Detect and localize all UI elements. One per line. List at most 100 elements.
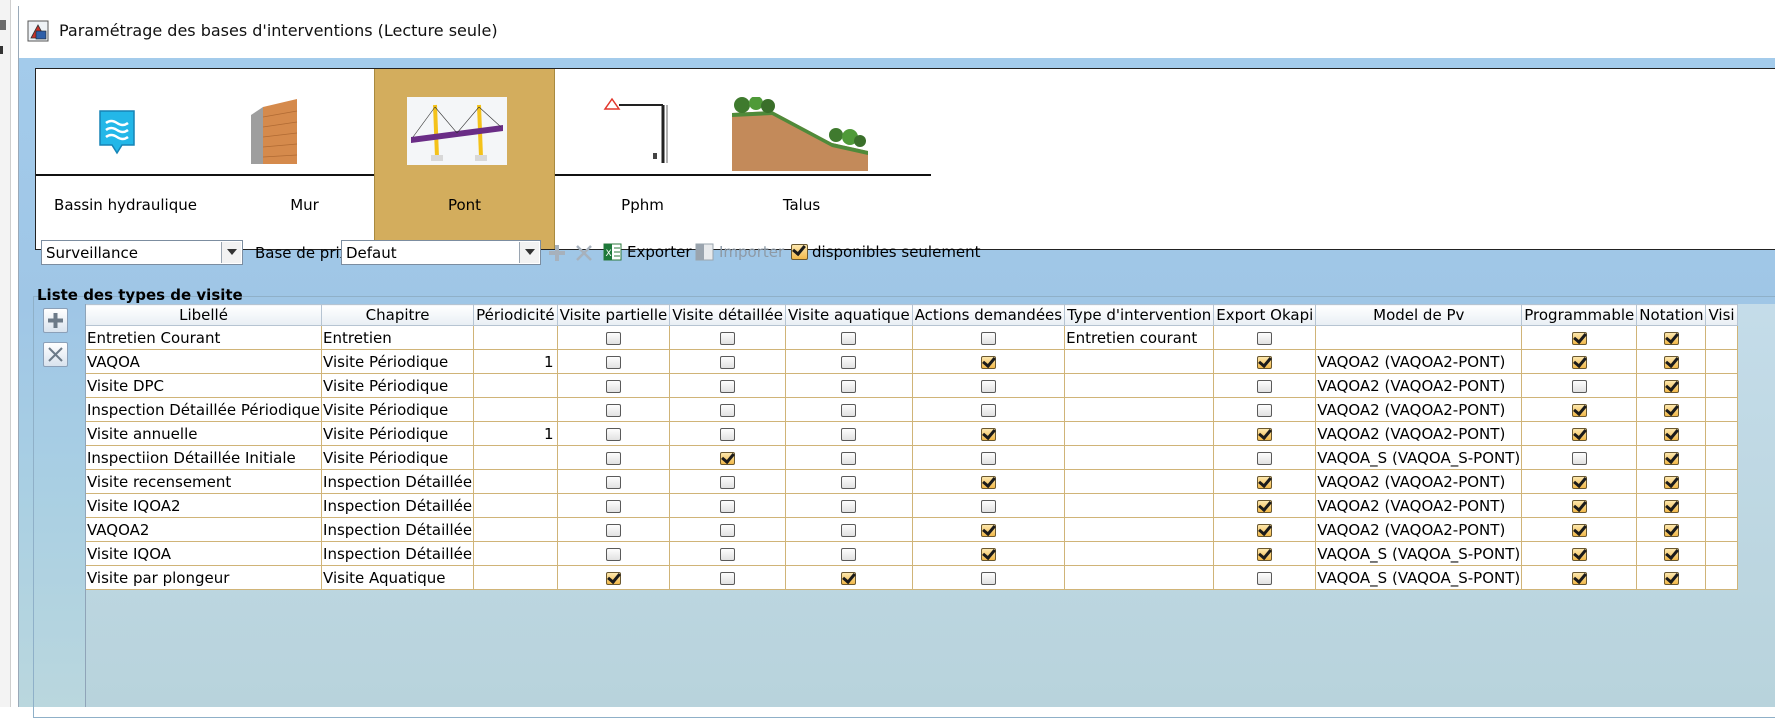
available-only-checkbox[interactable] [791, 244, 808, 260]
cell-libelle[interactable]: VAQOA [85, 349, 323, 374]
table-row[interactable]: Inspectiion Détaillée Initiale Visite Pér… [85, 445, 1738, 470]
cell-visi[interactable] [1705, 493, 1738, 518]
cell-model-pv[interactable]: VAQOA2 (VAQOA2-PONT) [1315, 349, 1523, 374]
cell-type-intervention[interactable]: Entretien courant [1064, 325, 1215, 350]
okapi-checkbox[interactable] [1257, 547, 1273, 561]
partielle-checkbox[interactable] [605, 571, 621, 585]
col-libelle-header[interactable]: Libellé [85, 304, 323, 326]
cell-notation[interactable] [1636, 517, 1707, 542]
detaillee-checkbox[interactable] [720, 571, 736, 585]
cell-notation[interactable] [1636, 565, 1707, 590]
cell-programmable[interactable] [1521, 445, 1638, 470]
cell-partielle[interactable] [556, 541, 671, 566]
notation-checkbox[interactable] [1663, 547, 1679, 561]
cell-notation[interactable] [1636, 421, 1707, 446]
cell-detaillee[interactable] [669, 325, 786, 350]
table-row[interactable]: Inspection Détaillée Périodique Visite Pé… [85, 397, 1738, 422]
cell-programmable[interactable] [1521, 373, 1638, 398]
cell-periodicite[interactable] [473, 469, 558, 494]
cell-notation[interactable] [1636, 541, 1707, 566]
cell-libelle[interactable]: Visite recensement [85, 469, 323, 494]
cell-aquatique[interactable] [785, 541, 913, 566]
cell-okapi[interactable] [1213, 397, 1317, 422]
partielle-checkbox[interactable] [605, 427, 621, 441]
cell-actions[interactable] [911, 493, 1066, 518]
cell-partielle[interactable] [556, 349, 671, 374]
cell-model-pv[interactable]: VAQOA_S (VAQOA_S-PONT) [1315, 445, 1523, 470]
notation-checkbox[interactable] [1663, 331, 1679, 345]
actions-checkbox[interactable] [980, 547, 996, 561]
actions-checkbox[interactable] [980, 427, 996, 441]
cell-okapi[interactable] [1213, 421, 1317, 446]
cell-detaillee[interactable] [669, 541, 786, 566]
cell-type-intervention[interactable] [1064, 493, 1215, 518]
cell-model-pv[interactable]: VAQOA2 (VAQOA2-PONT) [1315, 493, 1523, 518]
partielle-checkbox[interactable] [605, 475, 621, 489]
add-icon[interactable] [548, 244, 566, 262]
cell-visi[interactable] [1705, 469, 1738, 494]
detaillee-checkbox[interactable] [720, 547, 736, 561]
aquatique-checkbox[interactable] [841, 523, 857, 537]
actions-checkbox[interactable] [980, 355, 996, 369]
col-export-okapi-header[interactable]: Export Okapi [1213, 304, 1317, 326]
okapi-checkbox[interactable] [1257, 499, 1273, 513]
cell-actions[interactable] [911, 445, 1066, 470]
cell-actions[interactable] [911, 517, 1066, 542]
cell-chapitre[interactable]: Visite Périodique [321, 349, 475, 374]
table-row[interactable]: Visite par plongeur Visite Aquatique VAQOA… [85, 565, 1738, 590]
col-visi-header[interactable]: Visi [1705, 304, 1738, 326]
cell-periodicite[interactable] [473, 397, 558, 422]
okapi-checkbox[interactable] [1257, 403, 1273, 417]
cell-periodicite[interactable] [473, 541, 558, 566]
cell-type-intervention[interactable] [1064, 517, 1215, 542]
cell-programmable[interactable] [1521, 493, 1638, 518]
cell-notation[interactable] [1636, 349, 1707, 374]
aquatique-checkbox[interactable] [841, 379, 857, 393]
cell-periodicite[interactable] [473, 493, 558, 518]
notation-checkbox[interactable] [1663, 499, 1679, 513]
cell-chapitre[interactable]: Visite Périodique [321, 445, 475, 470]
cell-programmable[interactable] [1521, 541, 1638, 566]
cell-programmable[interactable] [1521, 421, 1638, 446]
cell-detaillee[interactable] [669, 565, 786, 590]
notation-checkbox[interactable] [1663, 475, 1679, 489]
cell-okapi[interactable] [1213, 565, 1317, 590]
col-notation-header[interactable]: Notation [1636, 304, 1707, 326]
structure-type-pont[interactable]: Pont [374, 69, 555, 249]
cell-libelle[interactable]: Visite DPC [85, 373, 323, 398]
okapi-checkbox[interactable] [1257, 451, 1273, 465]
cell-detaillee[interactable] [669, 421, 786, 446]
cell-periodicite[interactable] [473, 565, 558, 590]
programmable-checkbox[interactable] [1571, 571, 1587, 585]
cell-libelle[interactable]: Visite par plongeur [85, 565, 323, 590]
programmable-checkbox[interactable] [1571, 331, 1587, 345]
cell-periodicite[interactable] [473, 445, 558, 470]
cell-type-intervention[interactable] [1064, 445, 1215, 470]
aquatique-checkbox[interactable] [841, 475, 857, 489]
cell-notation[interactable] [1636, 445, 1707, 470]
cell-partielle[interactable] [556, 469, 671, 494]
detaillee-checkbox[interactable] [720, 475, 736, 489]
partielle-checkbox[interactable] [605, 547, 621, 561]
structure-type-mur[interactable]: Mur [215, 69, 394, 249]
cell-type-intervention[interactable] [1064, 541, 1215, 566]
cell-actions[interactable] [911, 349, 1066, 374]
notation-checkbox[interactable] [1663, 571, 1679, 585]
cell-chapitre[interactable]: Inspection Détaillée [321, 517, 475, 542]
cell-aquatique[interactable] [785, 493, 913, 518]
detaillee-checkbox[interactable] [720, 499, 736, 513]
table-row[interactable]: Visite annuelle Visite Périodique 1 VAQOA2 … [85, 421, 1738, 446]
table-row[interactable]: Entretien Courant Entretien Entretien cour… [85, 325, 1738, 350]
cell-visi[interactable] [1705, 517, 1738, 542]
actions-checkbox[interactable] [980, 571, 996, 585]
cell-visi[interactable] [1705, 445, 1738, 470]
cell-type-intervention[interactable] [1064, 349, 1215, 374]
actions-checkbox[interactable] [980, 451, 996, 465]
cell-partielle[interactable] [556, 421, 671, 446]
cell-partielle[interactable] [556, 373, 671, 398]
cell-okapi[interactable] [1213, 349, 1317, 374]
table-row[interactable]: VAQOA2 Inspection Détaillée VAQOA2 (VAQOA2… [85, 517, 1738, 542]
table-row[interactable]: Visite IQOA2 Inspection Détaillée VAQOA2 (… [85, 493, 1738, 518]
cell-visi[interactable] [1705, 325, 1738, 350]
structure-type-bassin[interactable]: Bassin hydraulique [36, 69, 215, 249]
